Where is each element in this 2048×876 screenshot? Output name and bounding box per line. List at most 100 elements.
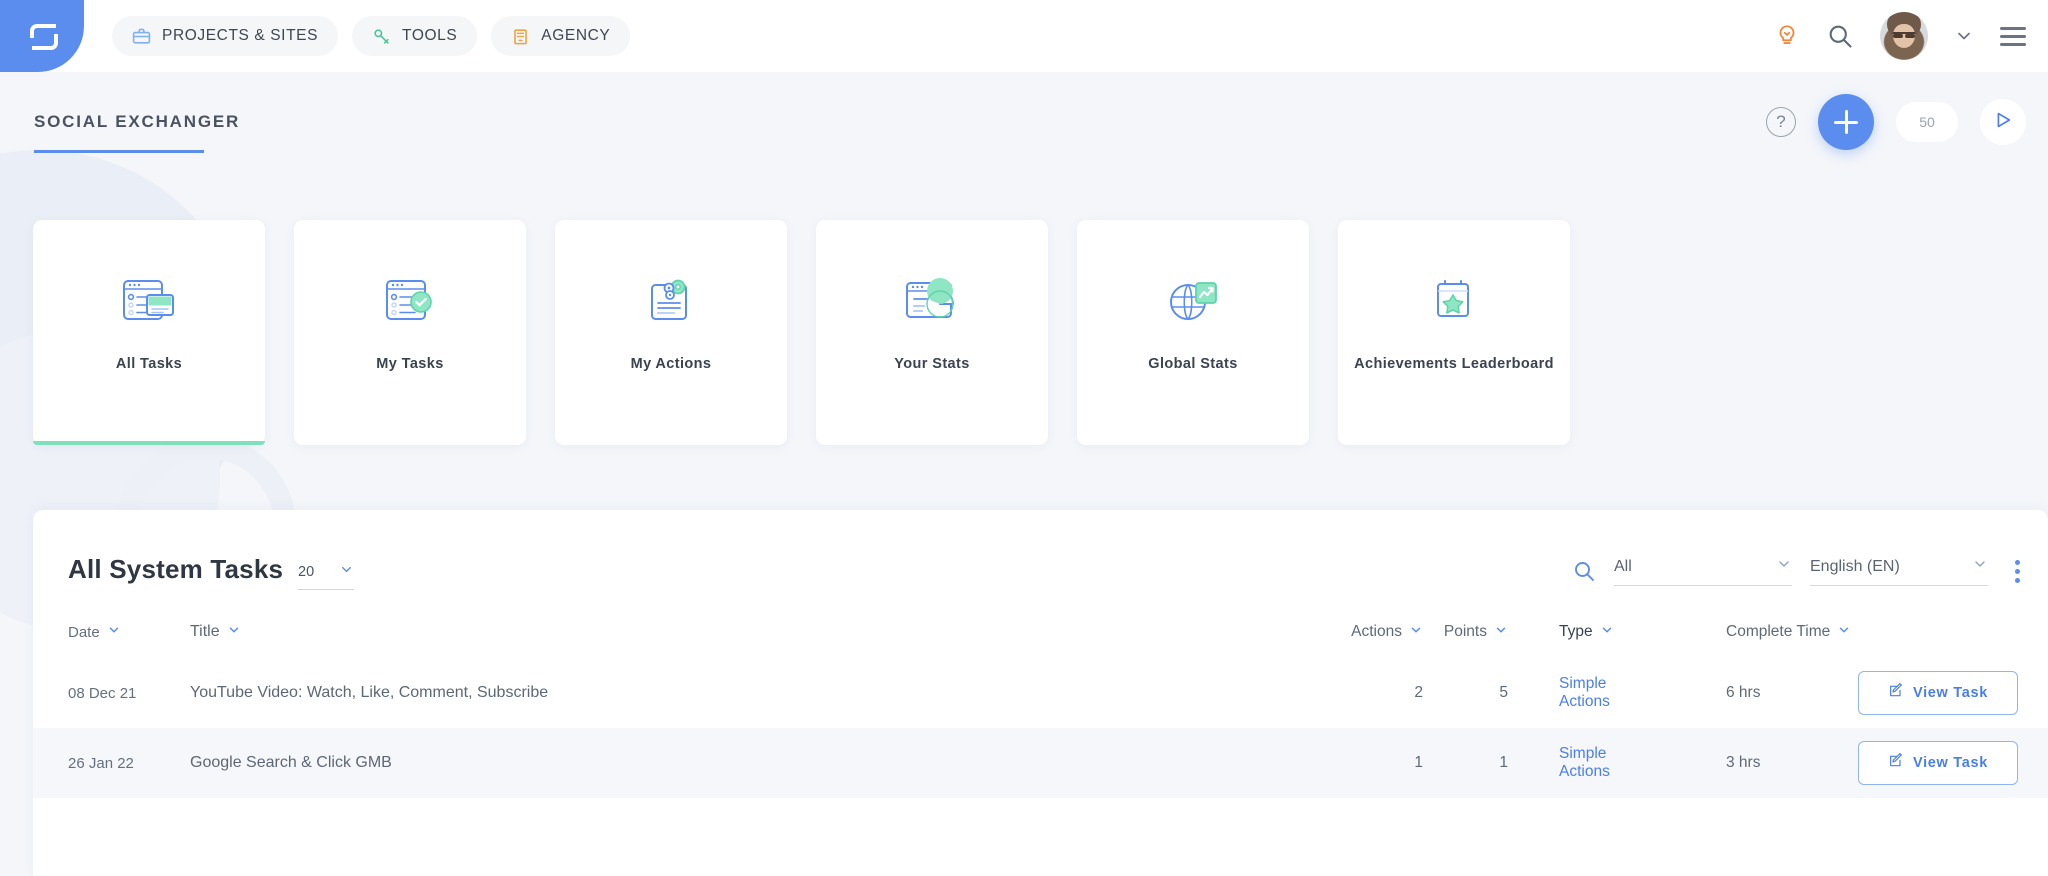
- cell-actions: 2: [1414, 684, 1423, 701]
- column-header-points[interactable]: Points: [1423, 623, 1508, 642]
- card-my-actions-label: My Actions: [630, 356, 712, 372]
- cell-title: Google Search & Click GMB: [190, 754, 392, 771]
- cell-points: 1: [1499, 754, 1508, 771]
- nav-agency[interactable]: AGENCY: [491, 16, 631, 56]
- column-header-points-label: Points: [1443, 623, 1487, 640]
- all-tasks-icon: [120, 272, 178, 330]
- app-root: PROJECTS & SITES TOOLS AGENCY SOCIAL EXC…: [0, 0, 2048, 876]
- chevron-down-icon: [339, 562, 354, 582]
- section-header: SOCIAL EXCHANGER ? 50: [0, 72, 2048, 176]
- nav-tools[interactable]: TOOLS: [352, 16, 478, 56]
- nav-agency-label: AGENCY: [541, 27, 611, 44]
- page-title: SOCIAL EXCHANGER: [34, 112, 241, 131]
- cell-date: 08 Dec 21: [68, 684, 137, 702]
- chevron-down-icon[interactable]: [1954, 26, 1974, 46]
- card-my-tasks-label: My Tasks: [376, 356, 444, 372]
- card-achievements-leaderboard-label: Achievements Leaderboard: [1354, 356, 1554, 372]
- chevron-down-icon: [1600, 623, 1614, 642]
- cell-title: YouTube Video: Watch, Like, Comment, Sub…: [190, 684, 549, 701]
- primary-nav: PROJECTS & SITES TOOLS AGENCY: [112, 16, 631, 56]
- column-header-complete-time[interactable]: Complete Time: [1658, 623, 1858, 642]
- card-global-stats[interactable]: Global Stats: [1077, 220, 1309, 445]
- hamburger-menu-icon[interactable]: [2000, 26, 2026, 46]
- tasks-panel-header: All System Tasks 20 All English (EN): [33, 510, 2048, 606]
- view-task-label: View Task: [1912, 755, 1989, 771]
- card-global-stats-label: Global Stats: [1148, 356, 1238, 372]
- cell-actions-column: View Task: [1858, 671, 2048, 715]
- per-page-select[interactable]: 20: [298, 562, 354, 590]
- tasks-filters: All English (EN): [1572, 556, 2028, 586]
- column-header-type-label: Type: [1559, 623, 1593, 640]
- spotibo-logo-icon: [27, 19, 58, 53]
- search-icon[interactable]: [1572, 559, 1596, 583]
- per-page-value: 20: [298, 564, 315, 580]
- credits-badge[interactable]: 50: [1896, 102, 1958, 142]
- cell-complete-time: 6 hrs: [1726, 684, 1761, 701]
- search-icon[interactable]: [1826, 22, 1854, 50]
- chevron-down-icon: [1837, 623, 1851, 642]
- tasks-table-header: Date Title Actions Points Type Complete …: [33, 606, 2048, 658]
- wrench-icon: [372, 27, 391, 46]
- nav-projects-and-sites[interactable]: PROJECTS & SITES: [112, 16, 339, 56]
- page-title-underline: [34, 150, 204, 153]
- card-all-tasks[interactable]: All Tasks: [33, 220, 265, 445]
- column-header-title-label: Title: [190, 623, 220, 640]
- filter-language-value: English (EN): [1810, 557, 1900, 575]
- filter-type-value: All: [1614, 557, 1632, 575]
- table-row[interactable]: 26 Jan 22 Google Search & Click GMB 1 1 …: [33, 728, 2048, 798]
- card-my-tasks[interactable]: My Tasks: [294, 220, 526, 445]
- add-button[interactable]: [1818, 94, 1874, 150]
- view-task-button[interactable]: View Task: [1858, 741, 2018, 785]
- nav-projects-and-sites-label: PROJECTS & SITES: [162, 27, 319, 44]
- edit-icon: [1888, 683, 1904, 703]
- cell-actions: 1: [1414, 754, 1423, 771]
- column-header-type[interactable]: Type: [1508, 623, 1658, 642]
- chevron-down-icon: [1972, 556, 1988, 577]
- chevron-down-icon: [107, 623, 121, 641]
- help-button[interactable]: ?: [1766, 107, 1796, 137]
- view-task-label: View Task: [1912, 685, 1989, 701]
- column-header-complete-time-label: Complete Time: [1726, 623, 1831, 640]
- top-navigation-bar: PROJECTS & SITES TOOLS AGENCY: [0, 0, 2048, 72]
- filter-language-select[interactable]: English (EN): [1810, 556, 1988, 586]
- section-header-actions: ? 50: [1766, 94, 2026, 150]
- avatar[interactable]: [1880, 12, 1928, 60]
- cell-complete-time: 3 hrs: [1726, 754, 1761, 771]
- app-logo[interactable]: [0, 0, 84, 72]
- column-header-date[interactable]: Date: [68, 623, 168, 641]
- global-stats-icon: [1166, 272, 1220, 330]
- my-tasks-icon: [383, 272, 437, 330]
- table-row[interactable]: 08 Dec 21 YouTube Video: Watch, Like, Co…: [33, 658, 2048, 728]
- more-options-icon[interactable]: [2006, 557, 2028, 585]
- edit-icon: [1888, 753, 1904, 773]
- card-your-stats[interactable]: Your Stats: [816, 220, 1048, 445]
- play-button[interactable]: [1980, 99, 2026, 145]
- chevron-down-icon: [1494, 623, 1508, 642]
- column-header-title[interactable]: Title: [168, 623, 1331, 642]
- building-icon: [511, 27, 530, 46]
- cell-type[interactable]: Simple Actions: [1508, 675, 1658, 711]
- achievements-icon: [1429, 272, 1479, 330]
- column-header-actions[interactable]: Actions: [1331, 623, 1423, 642]
- column-header-actions-label: Actions: [1351, 623, 1402, 640]
- briefcase-icon: [132, 27, 151, 46]
- play-icon: [1992, 109, 2014, 136]
- chevron-down-icon: [1776, 556, 1792, 577]
- nav-tools-label: TOOLS: [402, 27, 458, 44]
- card-my-actions[interactable]: My Actions: [555, 220, 787, 445]
- card-all-tasks-label: All Tasks: [115, 356, 183, 372]
- filter-type-select[interactable]: All: [1614, 556, 1792, 586]
- your-stats-icon: [903, 272, 961, 330]
- card-achievements-leaderboard[interactable]: Achievements Leaderboard: [1338, 220, 1570, 445]
- top-bar-actions: [1774, 0, 2026, 72]
- chevron-down-icon: [1409, 623, 1423, 642]
- view-task-button[interactable]: View Task: [1858, 671, 2018, 715]
- cell-points: 5: [1499, 684, 1508, 701]
- column-header-date-label: Date: [68, 623, 100, 641]
- cell-actions-column: View Task: [1858, 741, 2048, 785]
- cell-type[interactable]: Simple Actions: [1508, 745, 1658, 781]
- tasks-panel: All System Tasks 20 All English (EN) Dat…: [33, 510, 2048, 876]
- chevron-down-icon: [227, 623, 241, 642]
- tasks-panel-title: All System Tasks: [68, 554, 284, 584]
- lightbulb-icon[interactable]: [1774, 23, 1800, 49]
